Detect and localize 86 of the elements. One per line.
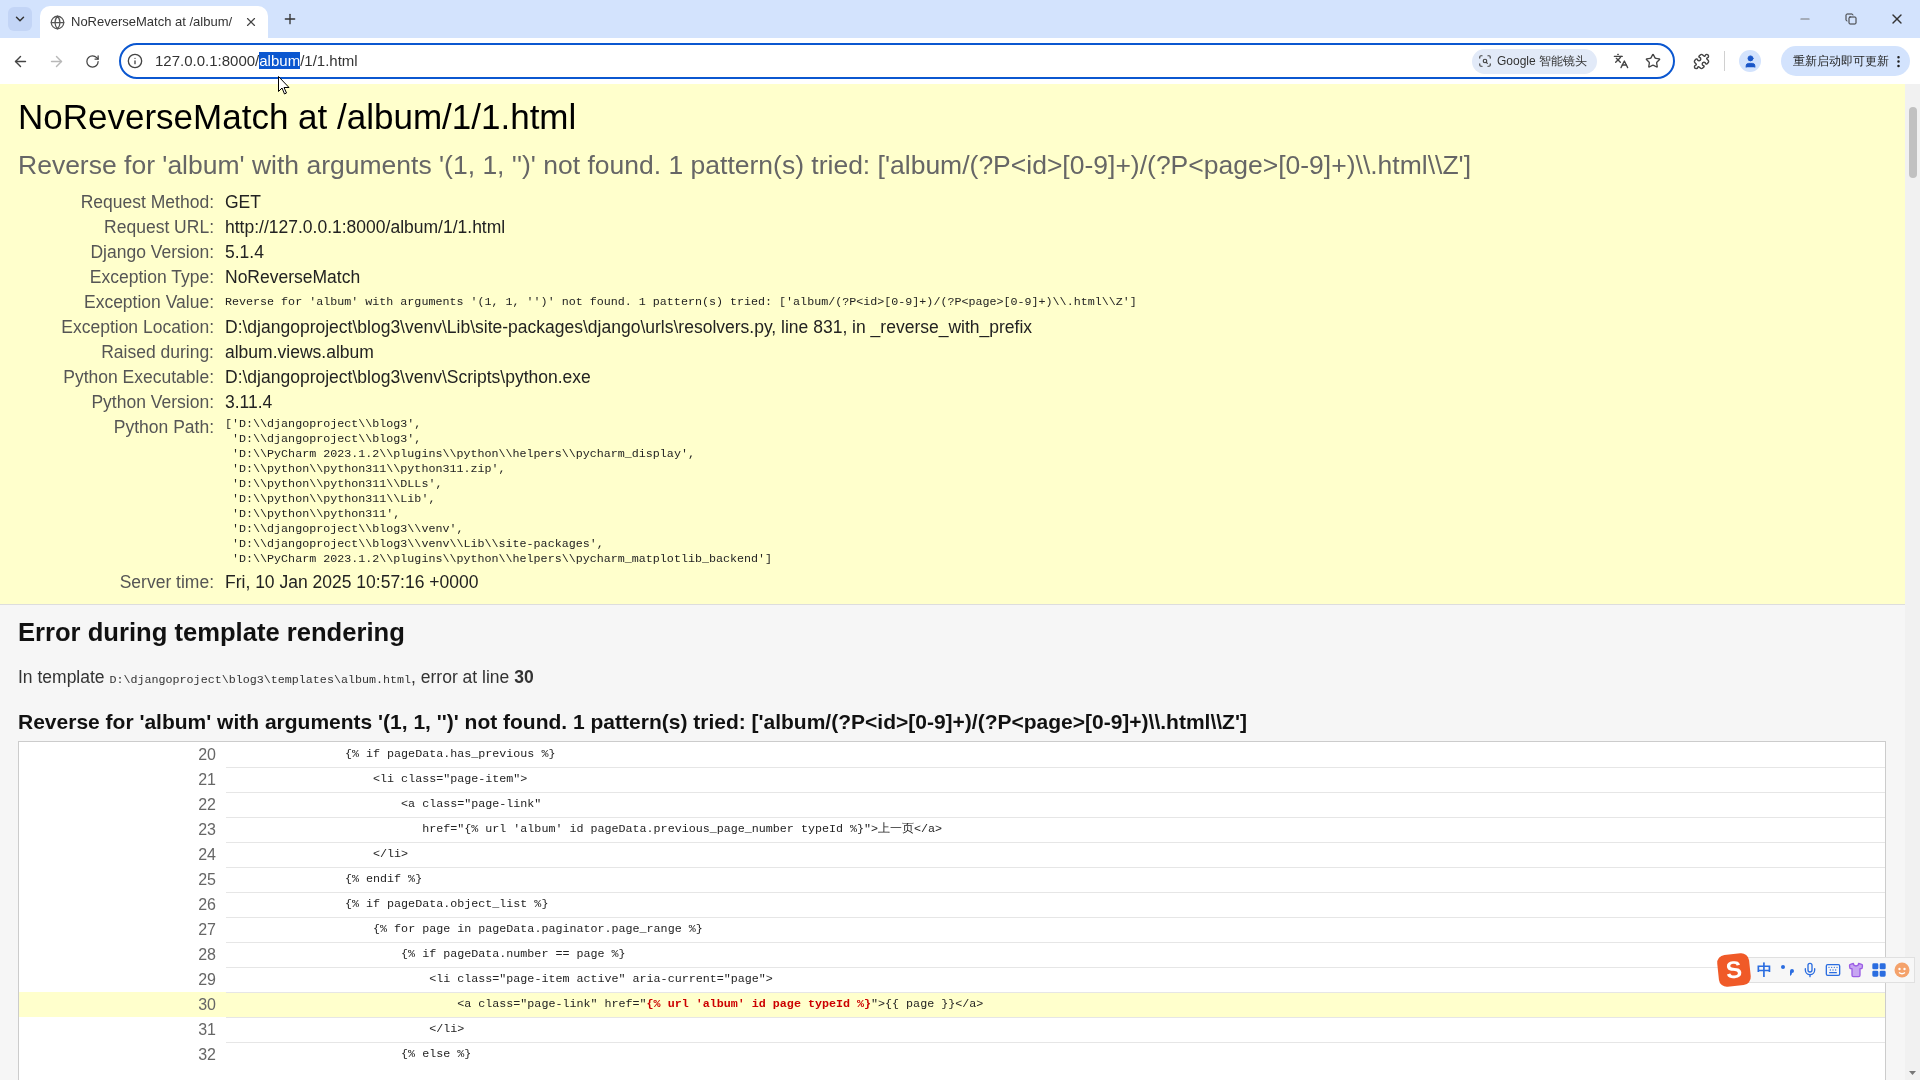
meta-value: NoReverseMatch [225,266,361,289]
close-icon[interactable] [244,15,258,29]
shirt-icon[interactable] [1848,962,1864,978]
path-entry: 'D:\\PyCharm 2023.1.2\\plugins\\python\\helpers\\pycharm_display', [232,447,695,461]
keyboard-icon[interactable] [1825,962,1841,978]
path-entry: 'D:\\python\\python311\\DLLs', [232,477,443,491]
meta-label: Exception Type: [89,266,214,289]
meta-value: D:\djangoproject\blog3\venv\Scripts\python.exe [225,366,591,389]
profile-avatar-icon[interactable] [1739,50,1761,72]
microphone-icon[interactable] [1802,962,1818,978]
meta-label: Request URL: [104,216,214,239]
code-line: {% if pageData.object_list %} [345,896,549,914]
meta-label: Request Method: [80,191,214,214]
meta-value: GET [225,191,261,214]
path-entry: ['D:\\djangoproject\\blog3', [225,417,422,431]
line-number: 22 [197,795,217,815]
browser-tab[interactable]: NoReverseMatch at /album/ [40,6,268,38]
ime-mode-toggle[interactable]: 中 [1757,962,1772,978]
code-line: </li> [429,1021,465,1039]
path-entry: 'D:\\djangoproject\\blog3', [232,432,422,446]
grid-icon[interactable] [1871,962,1887,978]
info-icon[interactable] [127,53,143,69]
restore-icon [1845,13,1857,25]
scrollbar[interactable] [1905,84,1920,1080]
line-number: 20 [197,745,217,765]
line-number: 24 [197,845,217,865]
lens-chip[interactable]: Google 智能镜头 [1471,48,1597,74]
line-number: 23 [197,820,217,840]
path-entry: 'D:\\python\\python311\\python311.zip', [232,462,506,476]
line-number: 28 [197,945,217,965]
path-entry: 'D:\\PyCharm 2023.1.2\\plugins\\python\\helpers\\pycharm_matplotlib_backend'] [232,552,773,566]
code-line: {% if pageData.has_previous %} [345,745,556,763]
line-number: 25 [197,870,217,890]
line-number: 26 [197,895,217,915]
code-line: href="{% url 'album' id pageData.previous_page_number typeId %}">上一页</a> [422,821,943,839]
code-line: {% endif %} [345,871,423,889]
punctuation-icon[interactable] [1779,962,1795,978]
meta-value: Fri, 10 Jan 2025 10:57:16 +0000 [225,571,479,594]
meta-label: Server time: [119,571,214,594]
path-entry: 'D:\\python\\python311', [232,507,401,521]
scroll-down-arrow-icon[interactable] [1909,1071,1916,1075]
meta-label: Python Version: [91,391,214,414]
meta-value: D:\djangoproject\blog3\venv\Lib\site-packages\django\urls\resolvers.py, line 831, in _reverse_with_prefix [225,316,1033,340]
code-line: <a class="page-link" href="{% url 'album' id page typeId %}">{{ page }}</a> [457,996,984,1014]
code-line: <li class="page-item active" aria-current="page"> [429,971,773,989]
meta-value: album.views.album [225,341,374,364]
meta-value: 5.1.4 [225,241,264,264]
line-number: 27 [197,920,217,940]
meta-label: Exception Location: [61,316,214,339]
section-heading: Error during template rendering [18,617,405,647]
meta-value: http://127.0.0.1:8000/album/1/1.html [225,216,506,239]
update-button[interactable]: 重新启动即可更新 [1781,46,1910,76]
error-message: Reverse for 'album' with arguments '(1, 1, '')' not found. 1 pattern(s) tried: ['album/(?P<id>[0-9]+)/(?P<page>[0-9]+)\\.html\\Z'] [18,149,1471,181]
scan-icon [1477,54,1492,68]
puzzle-icon[interactable] [1693,52,1710,70]
path-entry: 'D:\\python\\python311\\Lib', [232,492,436,506]
line-number: 32 [197,1045,217,1065]
path-entry: 'D:\\djangoproject\\blog3\\venv\\Lib\\site-packages', [232,537,604,551]
code-line: <a class="page-link" [401,796,542,814]
star-icon[interactable] [1645,53,1661,69]
line-number: 31 [197,1020,217,1040]
template-error-message: Reverse for 'album' with arguments '(1, 1, '')' not found. 1 pattern(s) tried: ['album/(?P<id>[0-9]+)/(?P<page>[0-9]+)\\.html\\Z'] [18,710,1247,734]
meta-label: Raised during: [101,341,214,364]
line-number: 21 [197,770,217,790]
code-line: </li> [373,846,409,864]
meta-label: Python Executable: [63,366,214,389]
tab-search-button[interactable] [8,7,32,31]
plus-icon [282,11,298,27]
exception-value: Reverse for 'album' with arguments '(1, 1, '')' not found. 1 pattern(s) tried: ['album/(?P<id>[0-9]+)/(?P<page>[0-9]+)\\.html\\Z'] [225,295,1137,310]
error-title: NoReverseMatch at /album/1/1.html [18,96,577,138]
meta-label: Python Path: [113,416,214,439]
meta-value: 3.11.4 [225,391,273,414]
meta-label: Django Version: [90,241,214,264]
path-entry: 'D:\\djangoproject\\blog3\\venv', [232,522,464,536]
code-line: {% else %} [401,1046,472,1064]
translate-icon[interactable] [1613,53,1629,69]
code-line: {% for page in pageData.paginator.page_range %} [373,921,703,939]
template-location: In template D:\djangoproject\blog3\templates\album.html, error at line 30 [18,666,534,689]
meta-label: Exception Value: [83,291,214,314]
globe-icon [50,14,65,30]
line-number: 30 [197,995,217,1015]
line-number: 29 [197,970,217,990]
code-line: <li class="page-item"> [373,771,528,789]
scrollbar-thumb[interactable] [1908,107,1917,178]
reload-icon [84,53,100,69]
code-line: {% if pageData.number == page %} [401,946,626,964]
